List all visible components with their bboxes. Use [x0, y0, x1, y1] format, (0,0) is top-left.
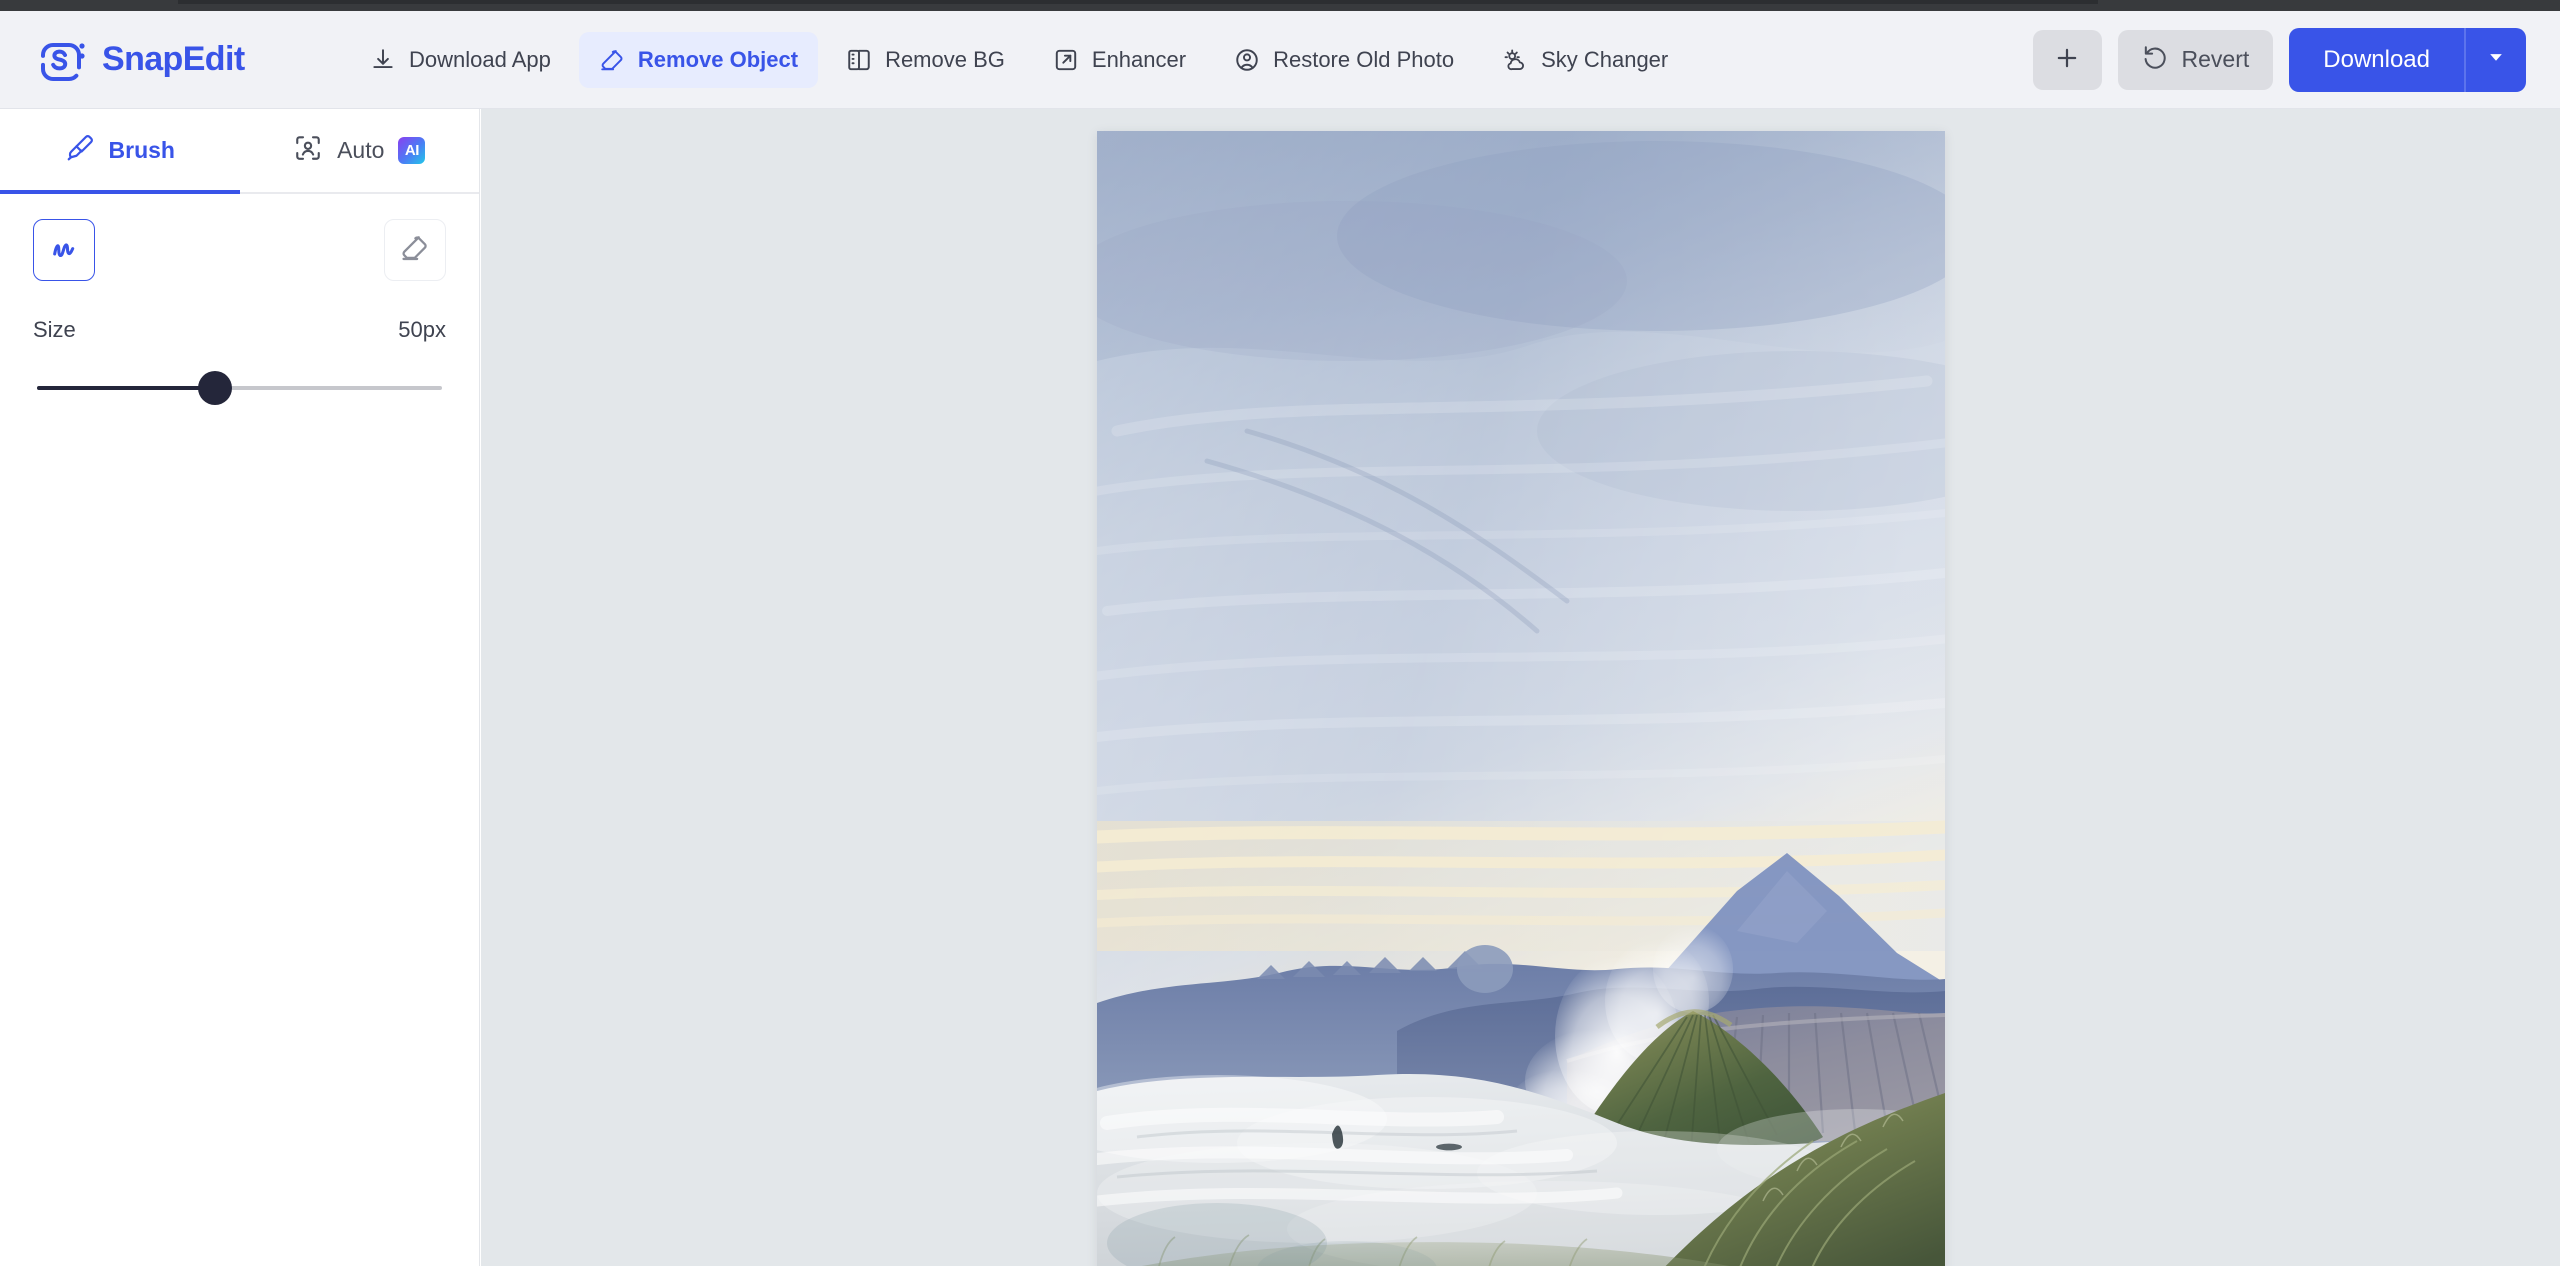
nav-label: Enhancer	[1091, 46, 1187, 72]
editor-canvas[interactable]	[481, 109, 2560, 1266]
download-button-group: Download	[2289, 27, 2526, 92]
tool-side-panel: Brush Auto AI Size 50px	[0, 109, 480, 1266]
panel-tabs: Brush Auto AI	[0, 109, 479, 194]
paintbrush-icon	[65, 133, 95, 169]
tab-label: Brush	[108, 137, 175, 163]
size-row: Size 50px	[0, 281, 479, 343]
tool-row	[0, 194, 479, 281]
main-nav: Download App Remove Object Remove BG Enh…	[350, 31, 1688, 88]
brush-size-slider[interactable]	[37, 371, 442, 405]
editing-photo[interactable]	[1097, 131, 1945, 1266]
expand-arrow-icon	[1053, 47, 1079, 73]
download-arrow-icon	[370, 47, 396, 73]
nav-item-restore-old-photo[interactable]: Restore Old Photo	[1214, 32, 1474, 88]
nav-item-remove-bg[interactable]: Remove BG	[826, 32, 1025, 88]
download-options-button[interactable]	[2464, 27, 2526, 92]
person-scan-icon	[293, 133, 323, 169]
brand-name: SnapEdit	[102, 40, 245, 78]
brand-logo[interactable]: SnapEdit	[38, 35, 338, 85]
scribble-icon	[48, 232, 80, 269]
header-actions: Revert Download	[2032, 27, 2526, 92]
slider-fill	[37, 386, 216, 390]
nav-label: Download App	[409, 46, 551, 72]
nav-label: Remove Object	[637, 46, 799, 72]
add-image-button[interactable]	[2032, 29, 2102, 90]
tab-auto[interactable]: Auto AI	[240, 109, 480, 192]
nav-label: Sky Changer	[1541, 46, 1669, 72]
brush-tool-button[interactable]	[33, 219, 95, 281]
nav-item-enhancer[interactable]: Enhancer	[1033, 32, 1206, 88]
eraser-icon	[599, 47, 625, 73]
nav-item-download-app[interactable]: Download App	[350, 32, 571, 88]
browser-tab-strip	[178, 0, 2098, 4]
snapedit-logo-icon	[38, 35, 88, 85]
portrait-icon	[1234, 47, 1260, 73]
app-header: SnapEdit Download App Remove Object Remo…	[0, 11, 2560, 109]
tab-label: Auto	[337, 137, 385, 163]
image-layers-icon	[846, 47, 872, 73]
photo-artwork	[1097, 131, 1945, 1266]
nav-item-sky-changer[interactable]: Sky Changer	[1482, 32, 1688, 88]
size-label: Size	[33, 317, 76, 342]
ai-badge: AI	[398, 137, 426, 164]
size-value: 50px	[398, 317, 446, 342]
nav-label: Restore Old Photo	[1273, 46, 1455, 72]
sun-cloud-icon	[1502, 47, 1528, 73]
download-button[interactable]: Download	[2289, 27, 2464, 92]
eraser-tool-icon	[399, 232, 431, 269]
nav-item-remove-object[interactable]: Remove Object	[578, 31, 819, 88]
plus-icon	[2053, 44, 2081, 75]
browser-chrome-bar	[0, 0, 2560, 11]
nav-label: Remove BG	[885, 46, 1005, 72]
revert-label: Revert	[2181, 46, 2250, 72]
chevron-down-icon	[2486, 47, 2506, 72]
undo-arrow-icon	[2142, 43, 2169, 76]
eraser-tool-button[interactable]	[384, 219, 446, 281]
tab-brush[interactable]: Brush	[0, 109, 240, 194]
revert-button[interactable]: Revert	[2117, 29, 2274, 90]
slider-thumb[interactable]	[198, 371, 233, 405]
